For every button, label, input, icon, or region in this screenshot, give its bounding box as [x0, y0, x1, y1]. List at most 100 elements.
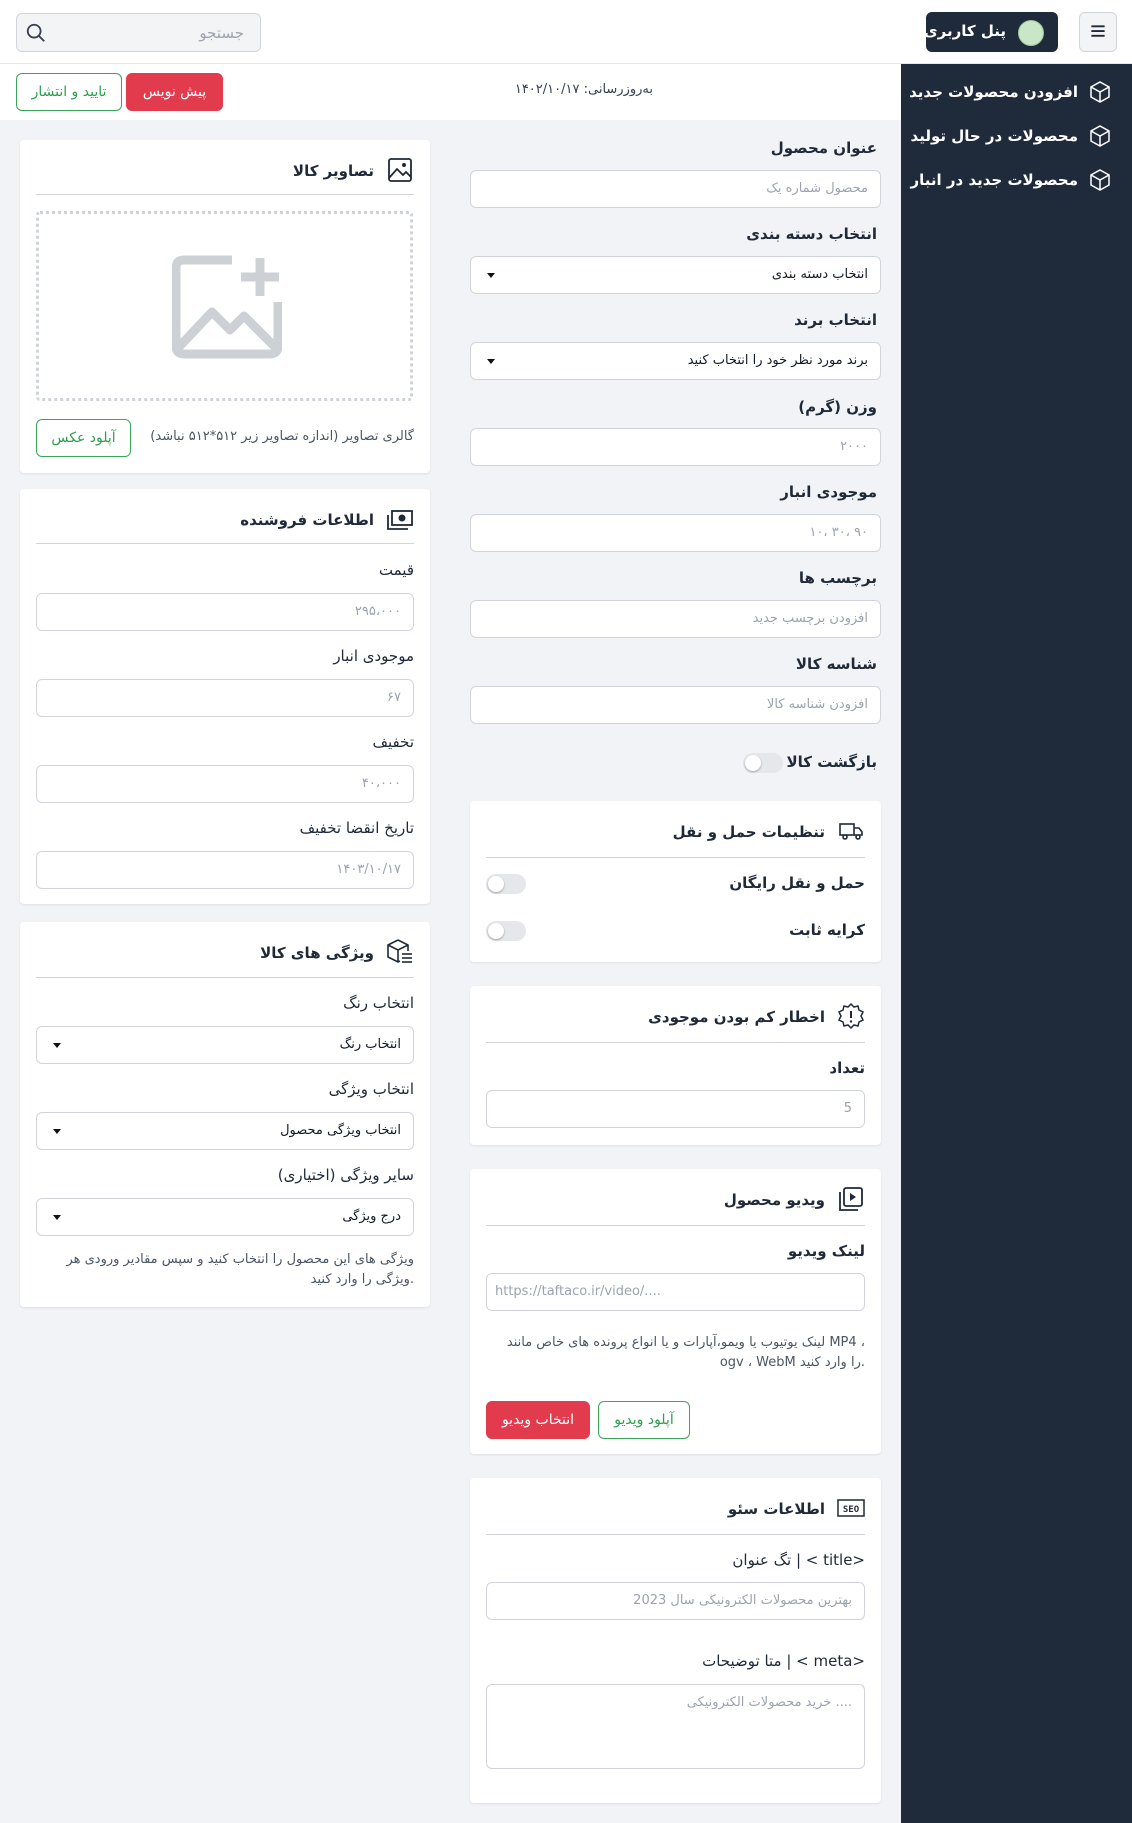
image-icon [388, 158, 412, 182]
avatar [1018, 20, 1044, 46]
video-link-label: لینک ویدیو [787, 1242, 865, 1260]
return-label: بازگشت کالا [786, 753, 877, 771]
publish-button[interactable]: تایید و انتشار [16, 73, 122, 111]
discount-expiry-input[interactable]: ۱۴۰۳/۱۰/۱۷ [36, 851, 414, 889]
money-icon [387, 510, 413, 530]
caret-down-icon [487, 273, 495, 278]
price-label: قیمت [378, 561, 414, 579]
placeholder: محصول شماره یک [766, 181, 868, 196]
svg-text:SEO: SEO [843, 1505, 860, 1515]
draft-button[interactable]: پیش نویس [126, 73, 223, 111]
upload-video-button[interactable]: آپلود ویدیو [598, 1401, 690, 1439]
feature-select[interactable]: انتخاب ویژگی محصول [36, 1112, 414, 1150]
action-bar: به‌روزرسانی: ۱۴۰۲/۱۰/۱۷ پیش نویس تایید و… [0, 64, 901, 120]
weight-input[interactable]: ۲۰۰۰ [470, 428, 881, 466]
card-title-text: اطلاعات سئو [727, 1500, 825, 1518]
free-shipping-label: حمل و نقل رایگان [729, 874, 865, 892]
selected-value: درج ویژگی [342, 1209, 401, 1224]
search-icon[interactable] [25, 22, 47, 44]
toggle-knob [745, 755, 761, 771]
brand-label: انتخاب برند [794, 311, 877, 329]
user-panel-button[interactable]: پنل کاربری [924, 12, 1058, 52]
product-title-input[interactable]: محصول شماره یک [470, 170, 881, 208]
divider [486, 1042, 865, 1043]
color-label: انتخاب رنگ [343, 994, 414, 1012]
tags-input[interactable]: افزودن برچسب جدید [470, 600, 881, 638]
upload-image-button[interactable]: آپلود عکس [36, 419, 131, 457]
seller-stock-input[interactable]: ۶۷ [36, 679, 414, 717]
fixed-fare-label: کرایه ثابت [789, 921, 865, 939]
seller-title: اطلاعات فروشنده [114, 505, 414, 537]
placeholder: ۲۰۰۰ [840, 439, 868, 454]
price-input[interactable]: ۲۹۵،۰۰۰ [36, 593, 414, 631]
video-library-icon [839, 1187, 863, 1211]
selected-value: انتخاب دسته بندی [771, 267, 868, 282]
video-link-input[interactable]: https://taftaco.ir/video/.... [486, 1273, 865, 1311]
box-icon [1090, 81, 1110, 103]
top-bar: جستجو پنل کاربری [0, 0, 1132, 64]
stock-label: موجودی انبار [780, 483, 877, 501]
feature-label: انتخاب ویژگی [328, 1080, 414, 1098]
free-shipping-toggle[interactable] [486, 874, 526, 894]
menu-icon [1091, 25, 1105, 37]
title-label: عنوان محصول [770, 139, 877, 157]
image-dropzone[interactable] [36, 211, 413, 401]
color-select[interactable]: انتخاب رنگ [36, 1026, 414, 1064]
selected-value: انتخاب رنگ [339, 1037, 401, 1052]
add-image-icon [172, 255, 282, 359]
search-input[interactable]: جستجو [16, 13, 261, 52]
seo-card: اطلاعات سئو SEO تگ عنوان | < title> بهتر… [470, 1478, 881, 1803]
search-placeholder: جستجو [199, 24, 244, 42]
card-title-text: تصاویر کالا [292, 162, 374, 180]
caret-down-icon [53, 1129, 61, 1134]
sku-input[interactable]: افزودن شناسه کالا [470, 686, 881, 724]
category-label: انتخاب دسته بندی [746, 225, 877, 243]
placeholder: افزودن برچسب جدید [752, 611, 868, 626]
divider [486, 1534, 865, 1535]
discount-input[interactable]: ۴۰،۰۰۰ [36, 765, 414, 803]
sku-label: شناسه کالا [795, 655, 877, 673]
placeholder: ۱۰، ۳۰، ۹۰ [809, 525, 868, 540]
box-icon [1090, 125, 1110, 147]
stock-input[interactable]: ۱۰، ۳۰، ۹۰ [470, 514, 881, 552]
category-select[interactable]: انتخاب دسته بندی [470, 256, 881, 294]
hamburger-menu-button[interactable] [1079, 12, 1117, 52]
fixed-fare-toggle[interactable] [486, 921, 526, 941]
updated-date: ۱۴۰۲/۱۰/۱۷ [514, 82, 580, 97]
video-note: لینک یوتیوب یا ویمو،آپارات و یا انواع پر… [506, 1335, 865, 1370]
sidebar-item-label: محصولات جدید در انبار [910, 171, 1078, 189]
features-note: ویژگی های این محصول را انتخاب کنید و سپس… [66, 1252, 414, 1287]
tags-label: برچسب ها [798, 569, 877, 587]
low-stock-title: اخطار کم بودن موجودی [565, 1002, 865, 1034]
video-title: ویدیو محصول [565, 1185, 865, 1217]
card-title-text: اخطار کم بودن موجودی [648, 1008, 825, 1026]
caret-down-icon [53, 1043, 61, 1048]
other-feature-label: سایر ویژگی (اختیاری) [277, 1166, 414, 1184]
brand-select[interactable]: برند مورد نظر خود را انتخاب کنید [470, 342, 881, 380]
return-toggle[interactable] [743, 753, 783, 773]
sidebar-item-label: افزودن محصولات جدید [909, 83, 1078, 101]
meta-description-textarea[interactable]: خرید محصولات الکترونیکی .... [486, 1684, 865, 1769]
placeholder: بهترین محصولات الکترونیکی سال 2023 [633, 1593, 852, 1608]
placeholder: ۲۹۵،۰۰۰ [354, 604, 401, 619]
divider [486, 857, 865, 858]
caret-down-icon [487, 359, 495, 364]
count-label: تعداد [829, 1059, 865, 1077]
box-list-icon [387, 939, 412, 963]
count-input[interactable]: 5 [486, 1090, 865, 1128]
title-tag-label: تگ عنوان | < title> [732, 1551, 865, 1569]
placeholder: ۴۰،۰۰۰ [361, 776, 401, 791]
card-title-text: تنظیمات حمل و نقل [672, 823, 825, 841]
discount-expiry-label: تاریخ انقضا تخفیف [299, 819, 414, 837]
video-card: ویدیو محصول لینک ویدیو https://taftaco.i… [470, 1169, 881, 1454]
divider [36, 977, 414, 978]
choose-video-button[interactable]: انتخاب ویدیو [486, 1401, 590, 1439]
other-feature-select[interactable]: درج ویژگی [36, 1198, 414, 1236]
caret-down-icon [53, 1215, 61, 1220]
placeholder: 5 [843, 1101, 852, 1116]
divider [36, 194, 414, 195]
title-tag-input[interactable]: بهترین محصولات الکترونیکی سال 2023 [486, 1582, 865, 1620]
placeholder: ۶۷ [387, 690, 401, 705]
seller-stock-label: موجودی انبار [333, 647, 414, 665]
shipping-title: تنظیمات حمل و نقل [565, 817, 865, 849]
